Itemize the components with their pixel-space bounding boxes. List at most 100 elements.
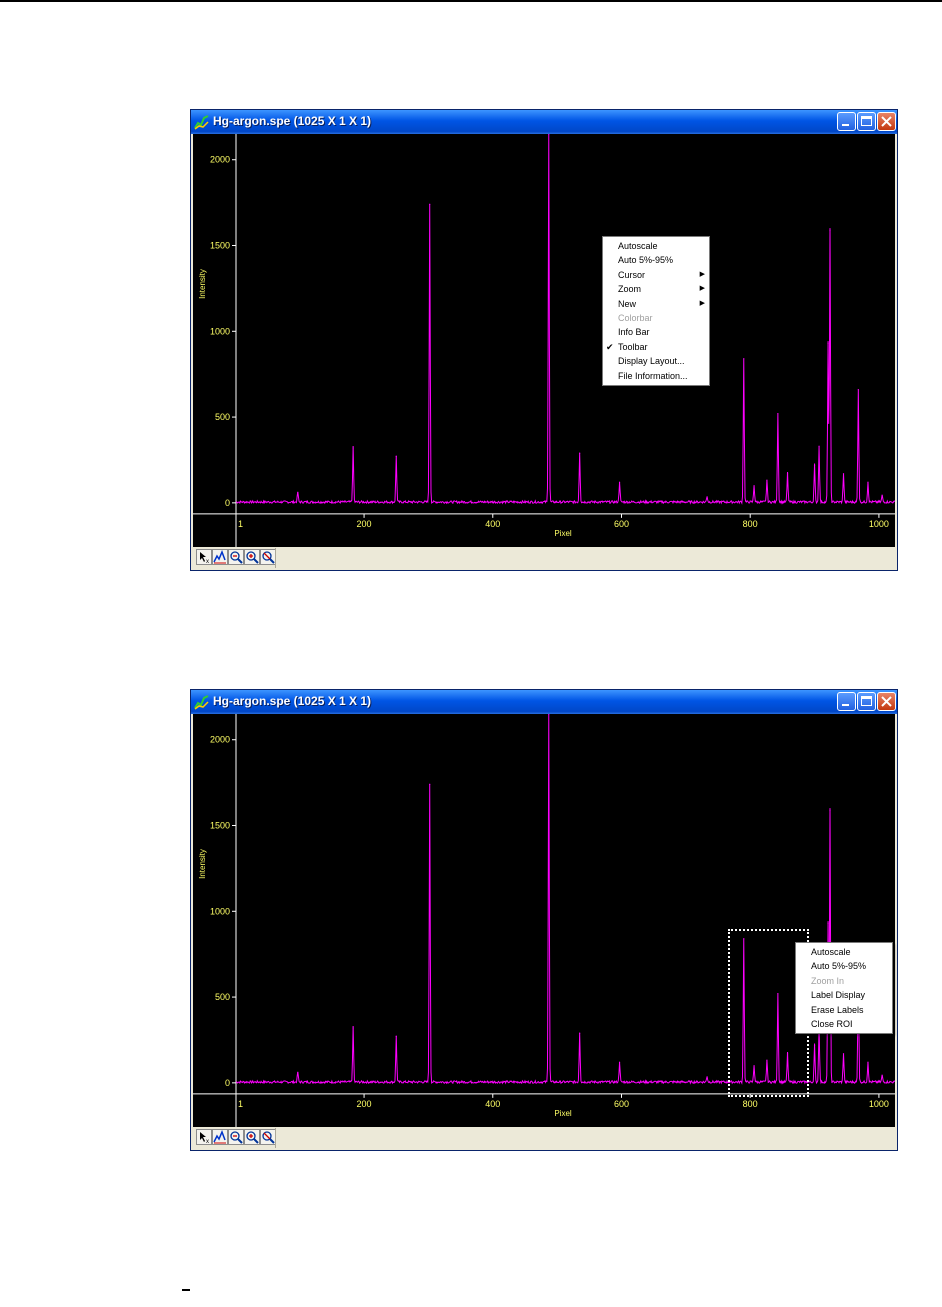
menu-item-label: Label Display [811,990,866,1001]
spectrum-plot-area[interactable]: 0 500 1000 1500 2000 1 200 400 600 800 1000 Pixel In… [193,134,895,547]
menu-item-cursor[interactable]: Cursor ▶ [603,268,709,282]
x-tick-label: 600 [614,1099,629,1109]
spectrum-peak-point [881,495,883,497]
menu-item-label: File Information... [618,370,688,381]
spectrum-peak-point [827,342,829,344]
spectrum-peak-point [297,1071,299,1074]
spectrum-peak-point [842,473,845,475]
spectrum-peak-point [827,922,829,924]
zoom-in-button[interactable] [244,1129,260,1145]
menu-item-auto-5-95[interactable]: Auto 5%-95% [603,253,709,267]
menu-item-label-display[interactable]: Label Display [796,988,892,1002]
y-axis-label: Intensity [198,849,207,879]
y-tick-label: 1000 [210,906,230,916]
spectrum-peak-point [857,389,859,391]
menu-item-info-bar[interactable]: Info Bar [603,325,709,339]
menu-item-toolbar[interactable]: ✔ Toolbar [603,340,709,354]
svg-text:x: x [206,559,209,564]
spectrum-peak-point [786,473,789,475]
minimize-button[interactable] [837,112,856,131]
spectrum-peak-point [706,496,708,498]
svg-text:x: x [206,1139,209,1144]
y-tick-label: 2000 [210,735,230,745]
y-tick-label: 2000 [210,155,230,165]
y-tick-label: 500 [215,412,230,422]
autoscale-button[interactable] [212,549,228,565]
y-tick-label: 500 [215,992,230,1002]
y-tick-label: 1500 [210,241,230,251]
x-tick-label: 400 [485,519,500,529]
app-icon[interactable] [194,114,210,130]
cursor-mode-button[interactable]: x [196,549,212,565]
plot-toolbar: x [193,547,895,569]
minimize-button[interactable] [837,692,856,711]
zoom-reset-icon [262,1131,275,1144]
cursor-xy-icon: x [200,1132,209,1144]
app-icon[interactable] [194,694,210,710]
toolbar-divider [275,1128,276,1148]
menu-item-erase-labels[interactable]: Erase Labels [796,1003,892,1017]
footnote-mark [182,1289,190,1291]
menu-item-file-information[interactable]: File Information... [603,369,709,383]
menu-item-label: Auto 5%-95% [618,255,674,266]
spectrum-chart[interactable]: 05001000150020001 200 400 600 800 1000PixelIn… [193,134,895,547]
zoom-in-icon [246,1131,259,1144]
menu-item-label: New [618,298,637,309]
menu-item-autoscale[interactable]: Autoscale [796,945,892,959]
maximize-button[interactable] [857,692,876,711]
menu-item-autoscale[interactable]: Autoscale [603,239,709,253]
menu-item-close-roi[interactable]: Close ROI [796,1017,892,1031]
x-tick-label: 200 [357,519,372,529]
cursor-xy-icon: x [200,552,209,564]
spectrum-peak-point [706,1076,708,1078]
spectrum-peak-point [618,481,621,483]
spectrum-peak-point [867,481,869,483]
x-tick-label: 200 [357,1099,372,1109]
spectrum-peak-point [395,1035,397,1038]
x-axis-label: Pixel [554,1109,572,1118]
close-button[interactable] [877,112,896,131]
spectrum-peak-point [579,1032,581,1034]
spectrum-peak-point [352,1027,354,1029]
zoom-out-button[interactable] [228,549,244,565]
maximize-icon [861,116,872,126]
minimize-icon [842,704,849,706]
menu-item-new[interactable]: New ▶ [603,297,709,311]
close-button[interactable] [877,692,896,711]
menu-item-label: Cursor [618,269,646,280]
spectrum-peak-point [813,464,816,466]
zoom-reset-icon [262,551,275,564]
menu-item-display-layout[interactable]: Display Layout... [603,354,709,368]
autoscale-button[interactable] [212,1129,228,1145]
spectrum-peak-point [429,783,431,785]
cursor-mode-button[interactable]: x [196,1129,212,1145]
submenu-arrow-icon: ▶ [699,299,705,307]
zoom-reset-button[interactable] [260,1129,276,1145]
title-bar[interactable]: Hg-argon.spe (1025 X 1 X 1) [191,690,897,714]
title-bar[interactable]: Hg-argon.spe (1025 X 1 X 1) [191,110,897,134]
spectrum-peak-point [352,447,354,449]
plot-context-menu: Autoscale Auto 5%-95% Cursor ▶ Zoom ▶ New ▶… [602,236,710,386]
spectrum-peak-point [618,1061,621,1063]
spectrum-peak-point [829,809,831,811]
window-title: Hg-argon.spe (1025 X 1 X 1) [213,114,372,128]
close-icon [881,696,892,707]
zoom-reset-button[interactable] [260,549,276,565]
menu-item-colorbar: Colorbar [603,311,709,325]
y-tick-label: 1500 [210,821,230,831]
spectrum-peak-point [429,203,431,205]
x-axis-label: Pixel [554,529,572,538]
maximize-button[interactable] [857,112,876,131]
x-tick-label: 1000 [869,1099,889,1109]
spectrum-peak-point [743,358,745,360]
x-tick-label: 600 [614,519,629,529]
x-tick-label: 1 [238,1099,243,1109]
menu-item-zoom-in: Zoom In [796,974,892,988]
y-tick-label: 1000 [210,326,230,336]
x-tick-label: 400 [485,1099,500,1109]
menu-item-auto-5-95[interactable]: Auto 5%-95% [796,959,892,973]
zoom-in-button[interactable] [244,549,260,565]
zoom-out-button[interactable] [228,1129,244,1145]
spectrum-peak-point [829,229,831,231]
menu-item-zoom[interactable]: Zoom ▶ [603,282,709,296]
